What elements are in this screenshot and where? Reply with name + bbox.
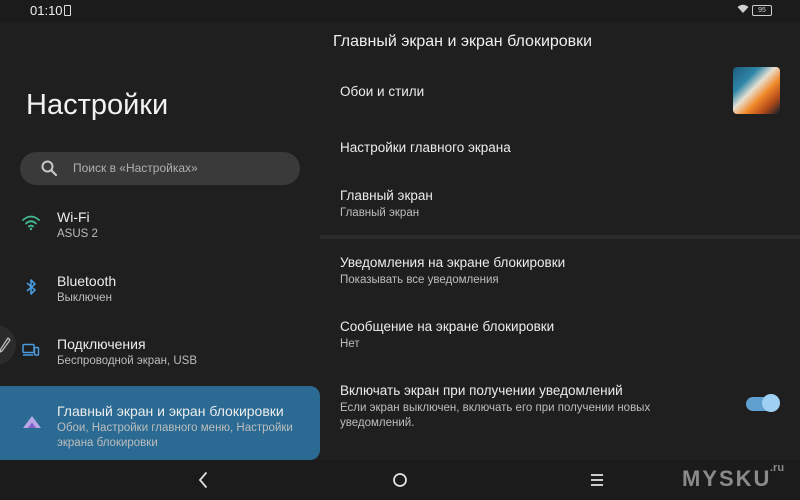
home-icon[interactable]: [391, 471, 409, 489]
search-placeholder: Поиск в «Настройках»: [73, 161, 198, 175]
pref-home-settings[interactable]: Настройки главного экрана: [340, 140, 511, 155]
pref-subtitle: Если экран выключен, включать его при по…: [340, 402, 651, 429]
status-bar: 01:10 95: [0, 0, 800, 22]
wallpaper-thumbnail[interactable]: [733, 67, 780, 114]
pref-title: Главный экран: [340, 188, 433, 203]
pref-lockscreen-notifications[interactable]: Уведомления на экране блокировки Показыв…: [340, 255, 565, 288]
pref-title: Обои и стили: [340, 84, 425, 99]
status-time: 01:10: [30, 3, 63, 18]
pref-title: Включать экран при получении уведомлений: [340, 383, 623, 398]
pref-title: Сообщение на экране блокировки: [340, 319, 555, 334]
wifi-icon: [22, 215, 40, 231]
pref-home-screen[interactable]: Главный экран Главный экран: [340, 188, 433, 221]
pref-wake-on-notification[interactable]: Включать экран при получении уведомлений…: [340, 383, 680, 431]
system-nav-bar: [0, 460, 800, 500]
sidebar-item-sub: Обои, Настройки главного меню, Настройки…: [57, 422, 293, 449]
battery-icon: 95: [752, 5, 772, 16]
sidebar-item-sub: Беспроводной экран, USB: [57, 355, 197, 367]
pref-title: Настройки главного экрана: [340, 140, 511, 155]
wake-on-notification-toggle[interactable]: [746, 394, 780, 412]
sidebar-item-connections[interactable]: Подключения Беспроводной экран, USB: [0, 327, 320, 383]
sidebar-item-label: Wi-Fi: [57, 209, 90, 225]
wifi-status-icon: [737, 4, 749, 13]
settings-sidebar: Настройки Поиск в «Настройках» Wi-Fi ASU…: [0, 22, 320, 460]
section-divider: [320, 235, 800, 239]
home-lockscreen-icon: [23, 416, 41, 428]
main-panel: Главный экран и экран блокировки Обои и …: [320, 22, 800, 460]
sidebar-item-label: Подключения: [57, 336, 146, 352]
sim-icon: [64, 5, 71, 16]
sidebar-item-sub: Выключен: [57, 292, 112, 304]
sidebar-item-bluetooth[interactable]: Bluetooth Выключен: [0, 264, 320, 320]
search-icon: [41, 160, 58, 177]
sidebar-item-label: Bluetooth: [57, 273, 117, 289]
connected-devices-icon: [22, 343, 40, 356]
toggle-knob: [762, 394, 780, 412]
pref-subtitle: Главный экран: [340, 207, 420, 219]
sidebar-item-label: Главный экран и экран блокировки: [57, 403, 284, 419]
sidebar-item-wifi[interactable]: Wi-Fi ASUS 2: [0, 200, 320, 256]
recents-icon[interactable]: [589, 472, 605, 488]
pencil-icon: [0, 337, 11, 353]
pref-subtitle: Нет: [340, 338, 360, 350]
search-input[interactable]: Поиск в «Настройках»: [20, 152, 300, 185]
pref-title: Уведомления на экране блокировки: [340, 255, 566, 270]
sidebar-item-home-lockscreen[interactable]: Главный экран и экран блокировки Обои, Н…: [0, 386, 320, 460]
sidebar-item-sub: ASUS 2: [57, 228, 98, 240]
pref-subtitle: Показывать все уведомления: [340, 274, 499, 286]
app-title: Настройки: [26, 89, 169, 121]
watermark-suffix: .ru: [770, 462, 785, 474]
page-title: Главный экран и экран блокировки: [333, 33, 593, 50]
back-icon[interactable]: [196, 471, 210, 489]
bluetooth-icon: [26, 279, 36, 295]
pref-wallpaper-styles[interactable]: Обои и стили: [340, 84, 424, 99]
pref-lockscreen-message[interactable]: Сообщение на экране блокировки Нет: [340, 319, 554, 352]
watermark: MYSKU: [682, 466, 772, 491]
